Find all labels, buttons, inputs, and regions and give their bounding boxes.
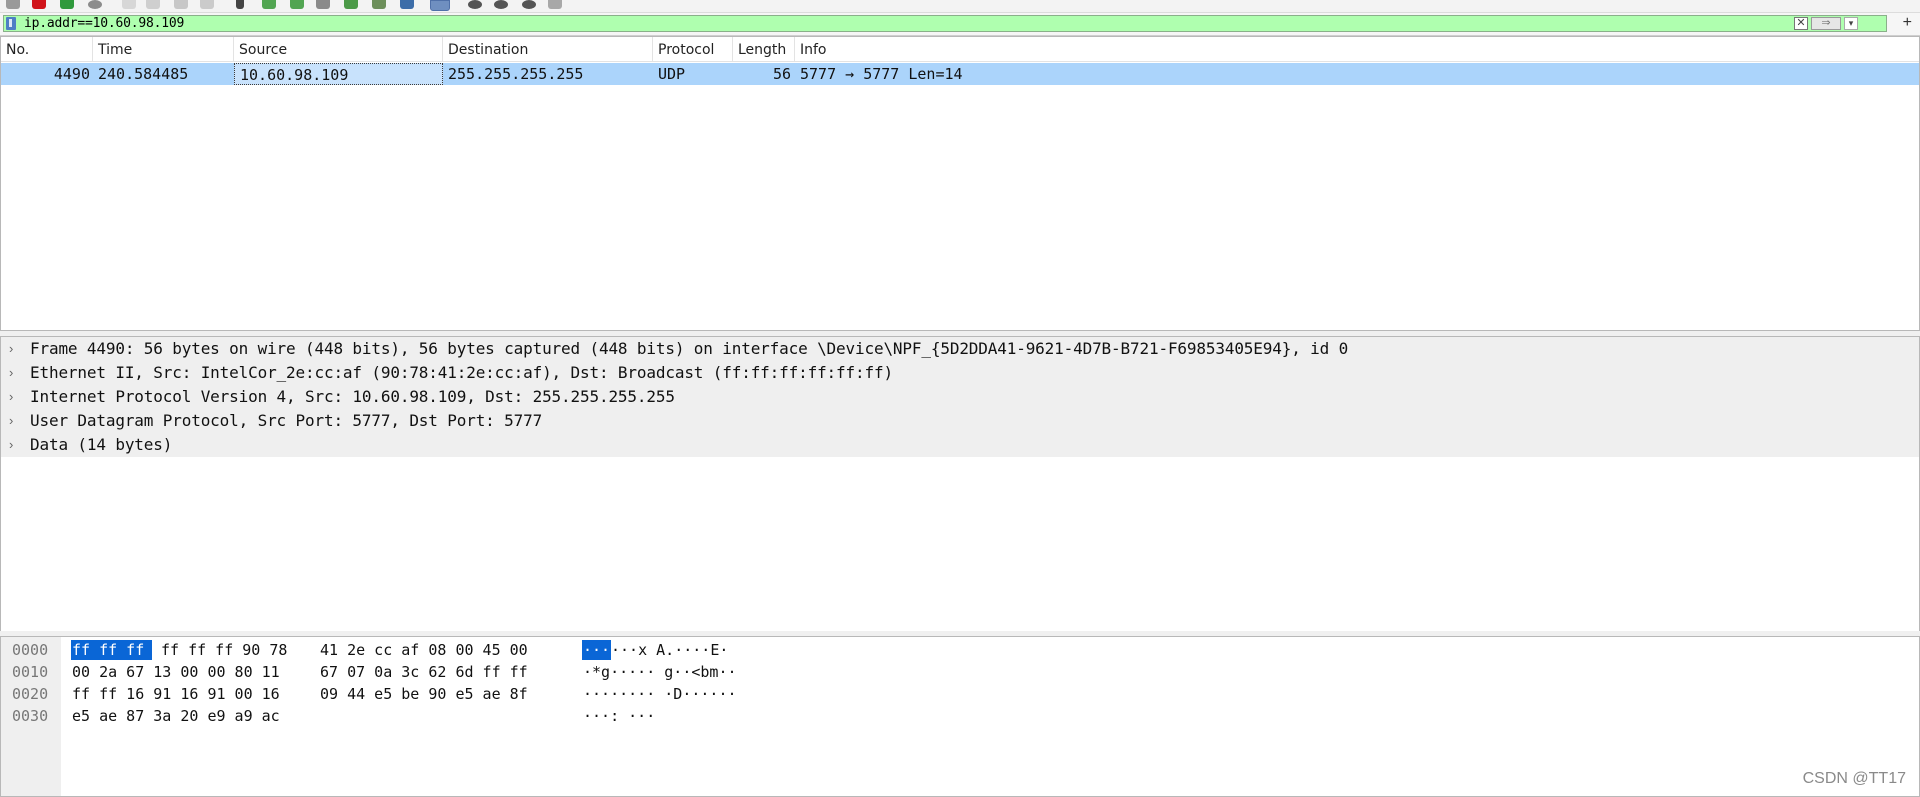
hex-bytes-selected[interactable]: ff ff ff (72, 639, 144, 661)
tree-item-frame[interactable]: › Frame 4490: 56 bytes on wire (448 bits… (1, 337, 1919, 361)
tree-item-label: Frame 4490: 56 bytes on wire (448 bits),… (30, 339, 1349, 358)
resize-columns-icon[interactable] (548, 0, 562, 9)
main-toolbar (0, 0, 1920, 13)
go-forward-icon[interactable] (290, 0, 304, 9)
interface-icon[interactable] (6, 0, 20, 9)
packet-destination: 255.255.255.255 (448, 65, 584, 83)
packet-protocol: UDP (658, 65, 686, 83)
save-file-icon[interactable] (146, 0, 160, 9)
close-file-icon[interactable] (174, 0, 188, 9)
add-filter-button-icon[interactable]: + (1903, 13, 1912, 33)
first-packet-icon[interactable] (344, 0, 358, 9)
column-header-no[interactable]: No. (1, 37, 93, 61)
stop-capture-icon[interactable] (32, 0, 46, 9)
hex-bytes[interactable]: ff ff 16 91 16 91 00 16 (72, 683, 280, 705)
packet-no: 4490 (53, 65, 90, 83)
tree-item-ethernet[interactable]: › Ethernet II, Src: IntelCor_2e:cc:af (9… (1, 361, 1919, 385)
hex-bytes[interactable]: 67 07 0a 3c 62 6d ff ff (320, 661, 528, 683)
column-header-info[interactable]: Info (795, 37, 1919, 61)
tree-item-label: User Datagram Protocol, Src Port: 5777, … (30, 411, 543, 430)
restart-capture-icon[interactable] (60, 0, 74, 9)
hex-bytes[interactable]: 00 2a 67 13 00 00 80 11 (72, 661, 280, 683)
colorize-icon[interactable] (430, 0, 450, 11)
packet-list-pane[interactable]: No. Time Source Destination Protocol Len… (0, 36, 1920, 331)
column-header-source[interactable]: Source (234, 37, 443, 61)
tree-item-udp[interactable]: › User Datagram Protocol, Src Port: 5777… (1, 409, 1919, 433)
column-header-time[interactable]: Time (93, 37, 234, 61)
expand-arrow-icon[interactable]: › (9, 366, 13, 380)
go-to-packet-icon[interactable] (316, 0, 330, 9)
hex-bytes[interactable]: e5 ae 87 3a 20 e9 a9 ac (72, 705, 280, 727)
ascii-bytes[interactable]: ·*g····· g··<bm·· (583, 661, 737, 683)
tree-item-label: Internet Protocol Version 4, Src: 10.60.… (30, 387, 675, 406)
packet-source: 10.60.98.109 (234, 63, 443, 85)
zoom-in-icon[interactable] (468, 0, 482, 9)
ascii-bytes[interactable]: ···: ··· (583, 705, 655, 727)
byte-offset: 0000 (12, 641, 49, 659)
packet-bytes-pane[interactable]: 0000 ff ff ff ff ff ff 90 78 41 2e cc af… (0, 636, 1920, 797)
packet-time: 240.584485 (98, 65, 189, 83)
packet-list-header: No. Time Source Destination Protocol Len… (1, 37, 1919, 62)
byte-offset: 0030 (12, 707, 49, 725)
byte-offset: 0010 (12, 663, 49, 681)
byte-offset: 0020 (12, 685, 49, 703)
column-header-destination[interactable]: Destination (443, 37, 653, 61)
filter-history-dropdown-icon[interactable]: ▾ (1844, 17, 1858, 30)
ascii-bytes-selected[interactable]: ··· (583, 639, 610, 661)
last-packet-icon[interactable] (372, 0, 386, 9)
filter-bookmark-icon[interactable] (6, 17, 16, 30)
tree-item-label: Data (14 bytes) (30, 435, 173, 454)
expand-arrow-icon[interactable]: › (9, 414, 13, 428)
column-header-protocol[interactable]: Protocol (653, 37, 733, 61)
packet-details-pane[interactable]: › Frame 4490: 56 bytes on wire (448 bits… (0, 336, 1920, 632)
ascii-bytes[interactable]: ········ ·D······ (583, 683, 737, 705)
expand-arrow-icon[interactable]: › (9, 390, 13, 404)
ascii-bytes[interactable]: ···x A.····E· (611, 639, 728, 661)
display-filter-bar: ip.addr==10.60.98.109 ✕ ⇒ ▾ + (0, 13, 1920, 36)
watermark: CSDN @TT17 (1802, 770, 1906, 787)
packet-info: 5777 → 5777 Len=14 (800, 65, 963, 83)
column-header-length[interactable]: Length (733, 37, 795, 61)
expand-arrow-icon[interactable]: › (9, 342, 13, 356)
reload-file-icon[interactable] (200, 0, 214, 9)
hex-bytes[interactable]: 41 2e cc af 08 00 45 00 (320, 639, 528, 661)
filter-text[interactable]: ip.addr==10.60.98.109 (24, 16, 184, 31)
capture-options-icon[interactable] (88, 0, 102, 9)
packet-length: 56 (772, 65, 791, 83)
open-file-icon[interactable] (122, 0, 136, 9)
apply-filter-button[interactable]: ⇒ (1811, 17, 1841, 30)
hex-bytes[interactable]: ff ff ff 90 78 (161, 639, 287, 661)
display-filter-input[interactable]: ip.addr==10.60.98.109 ✕ ⇒ ▾ (3, 15, 1887, 32)
tree-item-data[interactable]: › Data (14 bytes) (1, 433, 1919, 457)
go-back-icon[interactable] (262, 0, 276, 9)
clear-filter-icon[interactable]: ✕ (1794, 17, 1808, 30)
normal-size-icon[interactable] (522, 0, 536, 9)
tree-item-label: Ethernet II, Src: IntelCor_2e:cc:af (90:… (30, 363, 893, 382)
find-packet-icon[interactable] (236, 0, 244, 9)
zoom-out-icon[interactable] (494, 0, 508, 9)
tree-item-ipv4[interactable]: › Internet Protocol Version 4, Src: 10.6… (1, 385, 1919, 409)
hex-bytes[interactable]: 09 44 e5 be 90 e5 ae 8f (320, 683, 528, 705)
expand-arrow-icon[interactable]: › (9, 438, 13, 452)
autoscroll-icon[interactable] (400, 0, 414, 9)
packet-row[interactable]: 4490 240.584485 10.60.98.109 255.255.255… (1, 63, 1919, 85)
